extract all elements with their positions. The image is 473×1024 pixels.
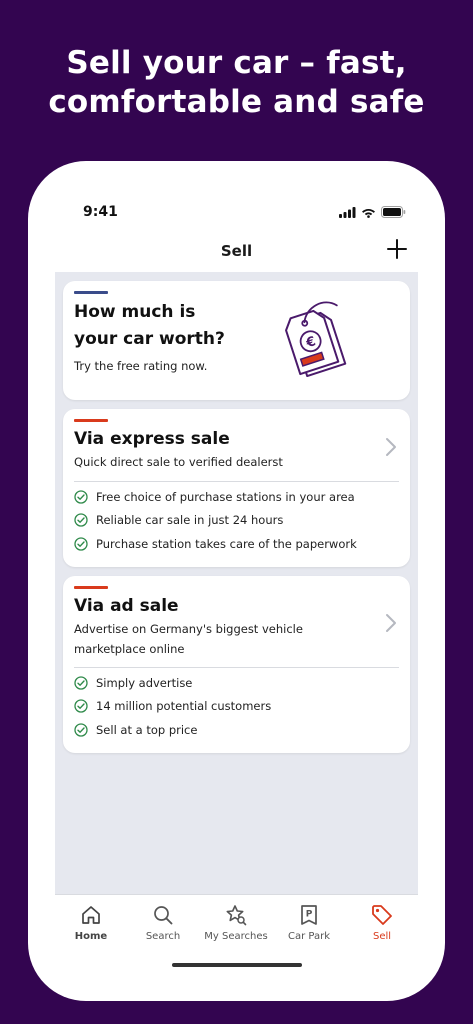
rating-card-accent [74,291,108,294]
express-card-title: Via express sale [74,429,230,449]
rating-card[interactable]: How much is your car worth? Try the free… [63,281,410,400]
rating-card-title-line-1: How much is [74,302,196,322]
chevron-right-icon[interactable] [384,437,398,457]
status-time: 9:41 [83,204,118,220]
check-circle-icon [74,537,88,551]
check-circle-icon [74,490,88,504]
check-circle-icon [74,513,88,527]
home-icon [82,906,100,924]
rating-card-subtitle: Try the free rating now. [74,359,208,373]
price-tag-illustration-icon: € [285,301,347,377]
tab-label: Search [145,931,181,942]
headline-line-2: comfortable and safe [48,84,425,120]
express-card-divider [74,481,399,482]
feature-text: Simply advertise [96,676,193,690]
tab-label: My Searches [204,931,268,942]
feature-text: Free choice of purchase stations in your… [96,490,355,504]
ad-card-divider [74,667,399,668]
tab-label: Home [74,931,108,942]
feature-text: Sell at a top price [96,723,198,737]
tab-label: Sell [372,931,392,942]
signal-icon [339,206,356,218]
tab-home[interactable]: Home [55,903,127,942]
feature-text: Reliable car sale in just 24 hours [96,513,284,527]
nav-bar: Sell [55,230,418,272]
list-item: Purchase station takes care of the paper… [74,537,357,551]
battery-icon [381,206,406,218]
wifi-icon [362,208,375,218]
ad-card-subtitle-line-2: marketplace online [74,642,185,656]
list-item: 14 million potential customers [74,699,271,713]
list-item: Simply advertise [74,676,192,690]
headline: Sell your car – fast, comfortable and sa… [0,44,473,122]
tab-bar: Home Search My Searches P Car Park Sell [55,894,418,976]
check-circle-icon [74,676,88,690]
list-item: Free choice of purchase stations in your… [74,490,355,504]
tab-car-park[interactable]: P Car Park [273,903,345,942]
headline-line-1: Sell your car – fast, [66,45,407,81]
star-search-icon [226,905,247,926]
rating-card-title-line-2: your car worth? [74,329,225,349]
ad-card-accent [74,586,108,589]
check-circle-icon [74,699,88,713]
list-item: Reliable car sale in just 24 hours [74,513,283,527]
feature-text: Purchase station takes care of the paper… [96,537,357,551]
svg-text:P: P [306,910,313,920]
search-icon [154,906,173,925]
app-screen: 9:41 Sell How much is your car worth? Tr… [55,186,418,976]
page-title: Sell [220,242,253,260]
ad-card-title: Via ad sale [74,596,179,616]
content-area: How much is your car worth? Try the free… [55,272,418,894]
parking-icon: P [301,905,317,925]
add-icon[interactable] [386,238,408,260]
price-tag-icon [372,905,392,925]
tab-sell[interactable]: Sell [346,903,418,942]
status-icons [339,206,406,218]
tab-label: Car Park [287,931,330,942]
status-bar: 9:41 [55,186,418,230]
feature-text: 14 million potential customers [96,699,272,713]
ad-card-subtitle-line-1: Advertise on Germany's biggest vehicle [74,622,303,636]
ad-sale-card[interactable]: Via ad sale Advertise on Germany's bigge… [63,576,410,753]
tab-my-searches[interactable]: My Searches [200,903,272,942]
home-indicator[interactable] [172,963,302,967]
check-circle-icon [74,723,88,737]
tab-search[interactable]: Search [127,903,199,942]
express-card-accent [74,419,108,422]
chevron-right-icon[interactable] [384,613,398,633]
express-card-subtitle: Quick direct sale to verified dealerst [74,455,283,469]
list-item: Sell at a top price [74,723,197,737]
express-sale-card[interactable]: Via express sale Quick direct sale to ve… [63,409,410,567]
